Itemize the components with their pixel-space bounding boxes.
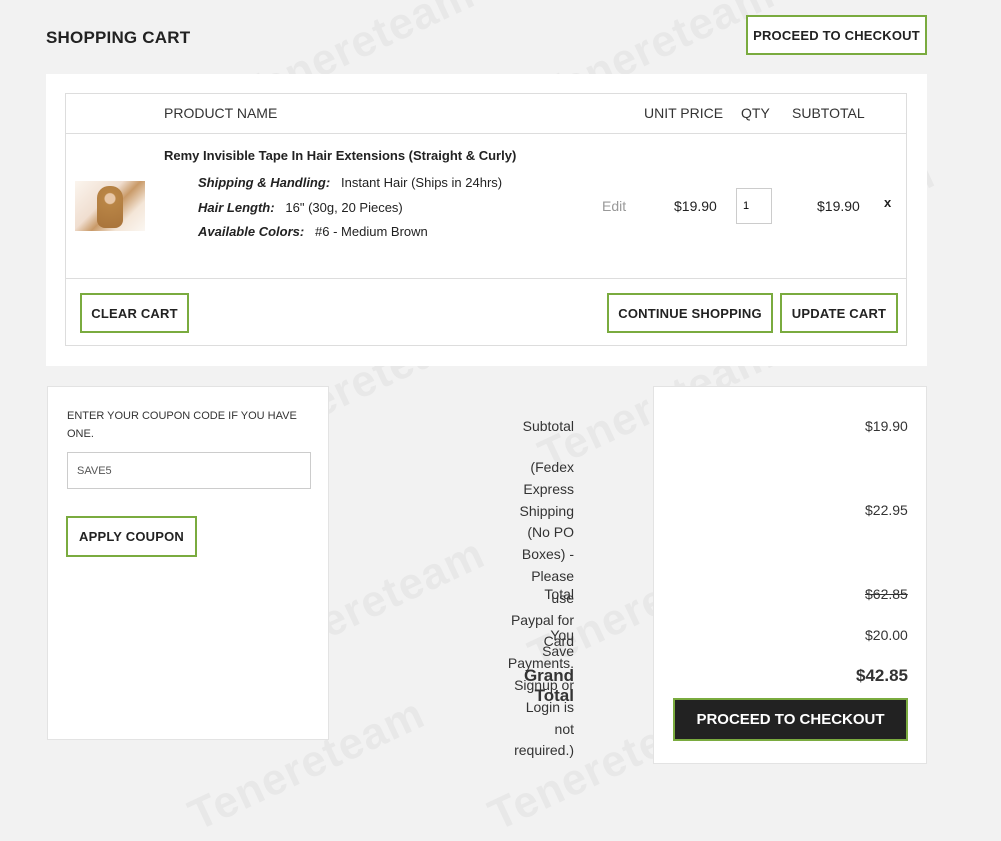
- coupon-label: ENTER YOUR COUPON CODE IF YOU HAVE ONE.: [67, 410, 297, 440]
- you-save-label: You Save: [542, 627, 574, 659]
- product-name[interactable]: Remy Invisible Tape In Hair Extensions (…: [164, 148, 516, 163]
- product-option: Shipping & Handling: Instant Hair (Ships…: [198, 175, 502, 190]
- header-unit-price: UNIT PRICE: [644, 105, 724, 121]
- option-value: 16" (30g, 20 Pieces): [285, 200, 403, 215]
- edit-item-link[interactable]: Edit: [602, 198, 626, 214]
- option-key: Shipping & Handling:: [198, 175, 331, 190]
- option-value: #6 - Medium Brown: [315, 224, 428, 239]
- remove-item-button[interactable]: x: [884, 195, 891, 210]
- shipping-label: (Fedex Express Shipping (No PO Boxes) - …: [508, 457, 574, 762]
- shipping-label-line: (Fedex Express Shipping: [519, 459, 575, 519]
- grand-total-value: $42.85: [856, 666, 908, 685]
- product-option: Hair Length: 16" (30g, 20 Pieces): [198, 200, 403, 215]
- total-label: Total: [544, 586, 574, 602]
- header-qty: QTY: [741, 105, 770, 121]
- coupon-code-input[interactable]: [67, 452, 311, 489]
- you-save-value: $20.00: [865, 627, 908, 643]
- divider: [66, 133, 906, 134]
- total-value: $62.85: [865, 586, 908, 602]
- product-option: Available Colors: #6 - Medium Brown: [198, 224, 428, 239]
- header-product-name: PRODUCT NAME: [164, 105, 278, 121]
- unit-price: $19.90: [674, 198, 717, 214]
- header-subtotal: SUBTOTAL: [792, 105, 865, 121]
- divider: [66, 278, 906, 279]
- shipping-value: $22.95: [865, 502, 908, 518]
- option-value: Instant Hair (Ships in 24hrs): [341, 175, 503, 190]
- option-key: Available Colors:: [198, 224, 305, 239]
- quantity-input[interactable]: [736, 188, 772, 224]
- item-subtotal: $19.90: [817, 198, 860, 214]
- shipping-label-line: (No PO Boxes) - Please: [521, 524, 574, 584]
- totals-panel: Subtotal $19.90 (Fedex Express Shipping …: [508, 386, 927, 764]
- proceed-to-checkout-button-top[interactable]: PROCEED TO CHECKOUT: [746, 15, 927, 55]
- apply-coupon-button[interactable]: APPLY COUPON: [66, 516, 197, 557]
- cart-table: PRODUCT NAME UNIT PRICE QTY SUBTOTAL Rem…: [65, 93, 907, 346]
- option-key: Hair Length:: [198, 200, 275, 215]
- subtotal-label: Subtotal: [522, 418, 574, 434]
- clear-cart-button[interactable]: CLEAR CART: [80, 293, 189, 333]
- continue-shopping-button[interactable]: CONTINUE SHOPPING: [607, 293, 773, 333]
- product-image-figure: [97, 186, 123, 228]
- coupon-panel: ENTER YOUR COUPON CODE IF YOU HAVE ONE. …: [47, 386, 329, 740]
- update-cart-button[interactable]: UPDATE CART: [780, 293, 898, 333]
- subtotal-value: $19.90: [865, 418, 908, 434]
- proceed-to-checkout-button[interactable]: PROCEED TO CHECKOUT: [673, 698, 908, 741]
- shipping-label-line: Login is not required.): [514, 698, 574, 759]
- grand-total-label: Grand Total: [523, 666, 574, 705]
- product-image[interactable]: [75, 181, 145, 231]
- page-title: SHOPPING CART: [46, 28, 191, 47]
